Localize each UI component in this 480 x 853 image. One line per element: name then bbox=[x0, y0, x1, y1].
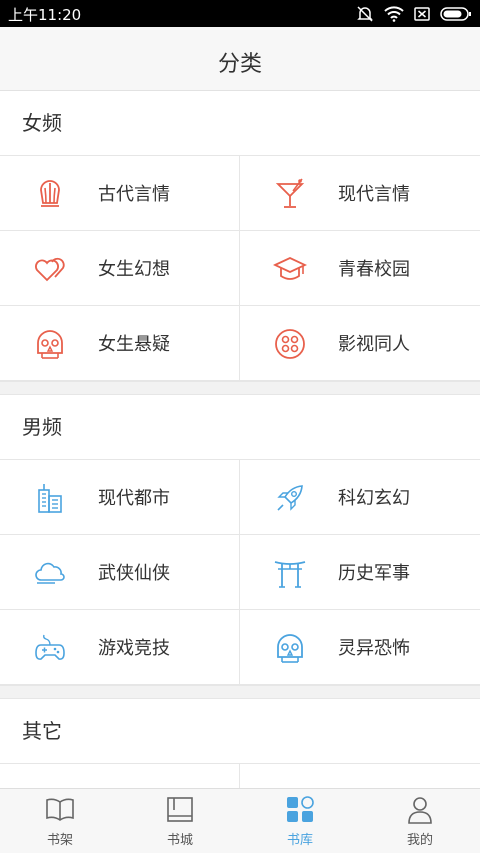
bookstore-icon bbox=[167, 797, 193, 822]
graduation-cap-icon bbox=[273, 257, 307, 280]
category-label: 女生悬疑 bbox=[98, 334, 170, 355]
page-header: 分类 bbox=[0, 27, 480, 91]
rocket-icon bbox=[277, 485, 303, 511]
category-cell-empty[interactable] bbox=[0, 764, 240, 788]
category-label: 青春校园 bbox=[338, 259, 410, 280]
section-other: 其它 bbox=[0, 699, 480, 788]
section-female: 女频 古代言情 现代言情 女生幻想 青春校园 女生悬疑 影视同人 bbox=[0, 91, 480, 381]
section-divider bbox=[0, 685, 480, 699]
page-title: 分类 bbox=[217, 52, 262, 77]
status-time: 上午11:20 bbox=[8, 6, 82, 24]
cloud-icon bbox=[35, 562, 65, 584]
category-label: 历史军事 bbox=[338, 563, 410, 584]
category-label: 现代都市 bbox=[98, 488, 170, 509]
category-label: 武侠仙侠 bbox=[98, 563, 170, 584]
tab-bookshelf[interactable]: 书架 bbox=[0, 789, 120, 853]
section-title: 男频 bbox=[0, 395, 480, 460]
category-wuxiaxianxia[interactable]: 武侠仙侠 bbox=[0, 535, 240, 610]
gamepad-icon bbox=[35, 634, 65, 660]
person-icon bbox=[408, 797, 432, 824]
grid-icon bbox=[287, 796, 314, 822]
tab-profile[interactable]: 我的 bbox=[360, 789, 480, 853]
category-lingyikongbu[interactable]: 灵异恐怖 bbox=[240, 610, 480, 685]
tab-label: 书架 bbox=[46, 833, 73, 848]
category-nvshengxuanyi[interactable]: 女生悬疑 bbox=[0, 306, 240, 381]
bottom-tab-bar: 书架 书城 书库 我的 bbox=[0, 788, 480, 853]
skull-icon bbox=[277, 634, 303, 663]
skull-icon bbox=[37, 330, 63, 359]
tab-label: 书库 bbox=[286, 833, 313, 848]
city-icon bbox=[38, 484, 62, 513]
tab-bookstore[interactable]: 书城 bbox=[120, 789, 240, 853]
wifi-icon bbox=[384, 6, 404, 22]
tab-label: 书城 bbox=[166, 833, 193, 848]
film-reel-icon bbox=[275, 329, 305, 359]
category-xiandaidushi[interactable]: 现代都市 bbox=[0, 460, 240, 535]
category-youxijingji[interactable]: 游戏竞技 bbox=[0, 610, 240, 685]
category-label: 古代言情 bbox=[98, 184, 170, 205]
gate-icon bbox=[274, 561, 306, 588]
category-yingshitongren[interactable]: 影视同人 bbox=[240, 306, 480, 381]
tab-library[interactable]: 书库 bbox=[240, 789, 360, 853]
section-title: 女频 bbox=[0, 91, 480, 156]
category-label: 现代言情 bbox=[338, 184, 410, 205]
category-kehuanxuanhuan[interactable]: 科幻玄幻 bbox=[240, 460, 480, 535]
category-label: 灵异恐怖 bbox=[338, 638, 410, 659]
category-lishijunshi[interactable]: 历史军事 bbox=[240, 535, 480, 610]
cocktail-icon bbox=[275, 178, 305, 208]
status-bar: 上午11:20 bbox=[0, 0, 480, 27]
category-label: 游戏竞技 bbox=[98, 638, 170, 659]
hearts-icon bbox=[35, 257, 65, 282]
category-nvshenghuanxiang[interactable]: 女生幻想 bbox=[0, 231, 240, 306]
category-cell-empty[interactable] bbox=[240, 764, 480, 788]
crown-icon bbox=[40, 180, 60, 207]
battery-icon bbox=[440, 7, 471, 21]
section-male: 男频 现代都市 科幻玄幻 武侠仙侠 历史军事 游戏竞技 灵异恐怖 bbox=[0, 395, 480, 685]
tab-label: 我的 bbox=[406, 833, 433, 848]
category-label: 科幻玄幻 bbox=[338, 488, 410, 509]
open-book-icon bbox=[46, 798, 74, 821]
section-title: 其它 bbox=[0, 699, 480, 764]
category-label: 女生幻想 bbox=[98, 259, 170, 280]
mute-bell-icon bbox=[357, 6, 373, 22]
category-xiandaiyanqing[interactable]: 现代言情 bbox=[240, 156, 480, 231]
category-gudaiyanqing[interactable]: 古代言情 bbox=[0, 156, 240, 231]
section-divider bbox=[0, 381, 480, 395]
category-label: 影视同人 bbox=[338, 334, 410, 355]
sim-off-icon bbox=[414, 7, 430, 21]
category-qingchunxiaoyuan[interactable]: 青春校园 bbox=[240, 231, 480, 306]
category-list[interactable]: 女频 古代言情 现代言情 女生幻想 青春校园 女生悬疑 影视同人 男频 现代都市… bbox=[0, 91, 480, 788]
